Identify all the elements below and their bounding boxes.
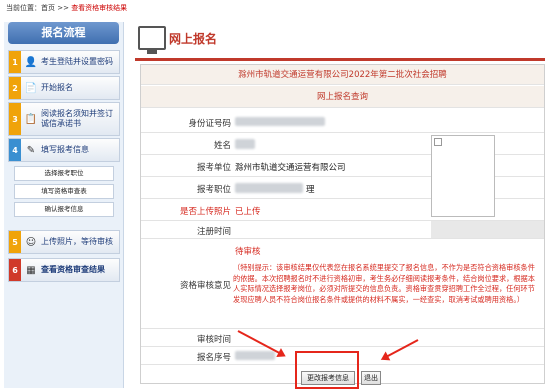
title-divider [135, 58, 545, 61]
section-title-row: 网上报名 [135, 20, 554, 62]
user-icon: 👤 [24, 56, 38, 68]
step-label: 上传照片，等待审核 [41, 237, 113, 246]
step-number: 6 [9, 259, 21, 281]
applicant-photo [431, 135, 495, 217]
step-number: 5 [9, 231, 21, 253]
exit-button[interactable]: 退出 [361, 371, 381, 385]
name-value-redacted [235, 139, 255, 149]
step-1-login[interactable]: 1 👤 考生登陆并设置密码 [8, 50, 120, 74]
breadcrumb-prefix: 当前位置： [6, 4, 41, 12]
step-4-fill-info[interactable]: 4 ✎ 填写报考信息 [8, 138, 120, 162]
position-value-redacted [235, 183, 303, 193]
register-time-cell [431, 221, 544, 238]
notice-icon: 📋 [24, 113, 38, 125]
unit-value: 滁州市轨道交通运营有限公司 [235, 163, 346, 173]
document-icon: 📄 [24, 82, 38, 94]
breadcrumb-separator: >> [55, 4, 72, 12]
step-label: 查看资格审查结果 [41, 265, 105, 274]
registration-number-redacted [235, 351, 275, 360]
subitem-select-position[interactable]: 选择报考职位 [14, 166, 114, 181]
id-value-redacted [235, 117, 325, 126]
sidebar-title: 报名流程 [8, 22, 119, 44]
sidebar: 报名流程 1 👤 考生登陆并设置密码 2 📄 开始报名 3 📋 阅读报名须知并签… [4, 22, 124, 388]
page-title: 网上报名 [169, 32, 218, 46]
step-2-start[interactable]: 2 📄 开始报名 [8, 76, 120, 100]
step-label: 阅读报名须知并签订诚信承诺书 [41, 109, 113, 128]
highlight-box [295, 351, 359, 389]
photo-status-label: 是否上传照片 [179, 207, 231, 217]
monitor-icon [138, 26, 166, 54]
register-time-label: 注册时间 [196, 227, 231, 237]
form-header-query: 网上报名查询 [141, 86, 544, 108]
unit-label: 报考单位 [196, 163, 231, 173]
broken-image-icon [434, 138, 442, 146]
step-number: 3 [9, 103, 21, 135]
subitem-confirm-info[interactable]: 确认报考信息 [14, 202, 114, 217]
photo-status-value: 已上传 [235, 207, 261, 217]
form-header-company: 滁州市轨道交通运营有限公司2022年第二批次社会招聘 [141, 65, 544, 85]
row-id-number: 身份证号码 [141, 111, 544, 133]
position-value-suffix: 理 [306, 185, 315, 195]
breadcrumb-current: 查看资格审核结果 [71, 4, 128, 12]
breadcrumb-home-link[interactable]: 首页 [41, 4, 55, 12]
id-label: 身份证号码 [188, 119, 231, 129]
registration-number-label: 报名序号 [196, 353, 231, 363]
row-register-time: 注册时间 [141, 221, 544, 239]
step-number: 1 [9, 51, 21, 73]
review-notice: （特别提示：该审核结果仅代表您在报名系统里提交了报名信息，不作为是否符合资格审核… [233, 263, 535, 304]
step-6-view-result[interactable]: 6 ▦ 查看资格审查结果 [8, 258, 120, 282]
subitem-fill-review-form[interactable]: 填写资格审查表 [14, 184, 114, 199]
step-number: 2 [9, 77, 21, 99]
row-review-opinion: 资格审核意见 待审核 （特别提示：该审核结果仅代表您在报名系统里提交了报名信息，… [141, 239, 544, 329]
review-opinion-label: 资格审核意见 [179, 281, 231, 291]
step-3-read-notice[interactable]: 3 📋 阅读报名须知并签订诚信承诺书 [8, 102, 120, 136]
step-label: 填写报考信息 [41, 145, 89, 154]
breadcrumb: 当前位置：首页 >> 查看资格审核结果 [6, 3, 127, 13]
edit-icon: ✎ [26, 144, 36, 156]
position-label: 报考职位 [196, 185, 231, 195]
review-time-label: 审核时间 [196, 335, 231, 345]
registration-query-form: 滁州市轨道交通运营有限公司2022年第二批次社会招聘 网上报名查询 身份证号码 … [140, 64, 545, 389]
step-label: 考生登陆并设置密码 [41, 57, 113, 66]
result-icon: ▦ [26, 264, 36, 276]
step-label: 开始报名 [41, 83, 73, 92]
step-number: 4 [9, 139, 21, 161]
name-label: 姓名 [213, 141, 231, 151]
step-5-upload-photo[interactable]: 5 ☺ 上传照片，等待审核 [8, 230, 120, 254]
smiley-icon: ☺ [25, 236, 37, 248]
review-status: 待审核 [235, 247, 261, 257]
row-review-time: 审核时间 [141, 329, 544, 347]
